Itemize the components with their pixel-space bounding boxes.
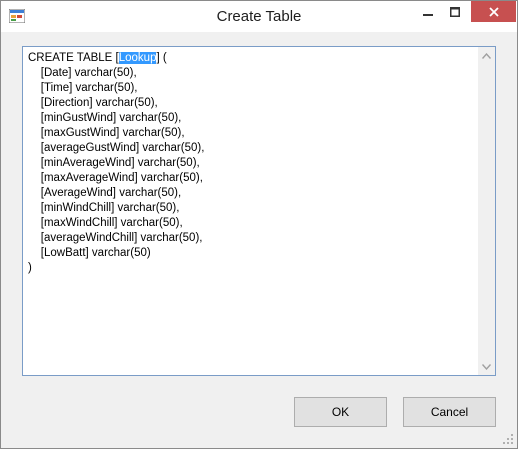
chevron-down-icon [482,363,491,370]
scroll-down-button[interactable] [478,358,495,375]
scroll-up-button[interactable] [478,47,495,64]
create-table-dialog: Create Table CREATE TABLE [Lookup] ( [Da… [0,0,518,449]
sql-prefix: CREATE TABLE [ [28,52,119,64]
title-bar[interactable]: Create Table [1,1,517,32]
maximize-icon [450,6,460,17]
minimize-button[interactable] [415,1,441,22]
sql-body: ] ( [Date] varchar(50), [Time] varchar(5… [28,52,205,274]
maximize-button[interactable] [442,1,468,22]
ok-button[interactable]: OK [294,397,387,427]
sql-text[interactable]: CREATE TABLE [Lookup] ( [Date] varchar(5… [28,51,477,373]
close-button[interactable] [471,1,516,22]
selected-table-name: Lookup [118,52,157,64]
sql-editor[interactable]: CREATE TABLE [Lookup] ( [Date] varchar(5… [22,46,496,376]
cancel-button[interactable]: Cancel [403,397,496,427]
vertical-scrollbar[interactable] [478,47,495,375]
minimize-icon [423,13,433,16]
close-icon [488,6,499,17]
chevron-up-icon [482,52,491,59]
resize-grip-icon[interactable] [502,433,514,445]
